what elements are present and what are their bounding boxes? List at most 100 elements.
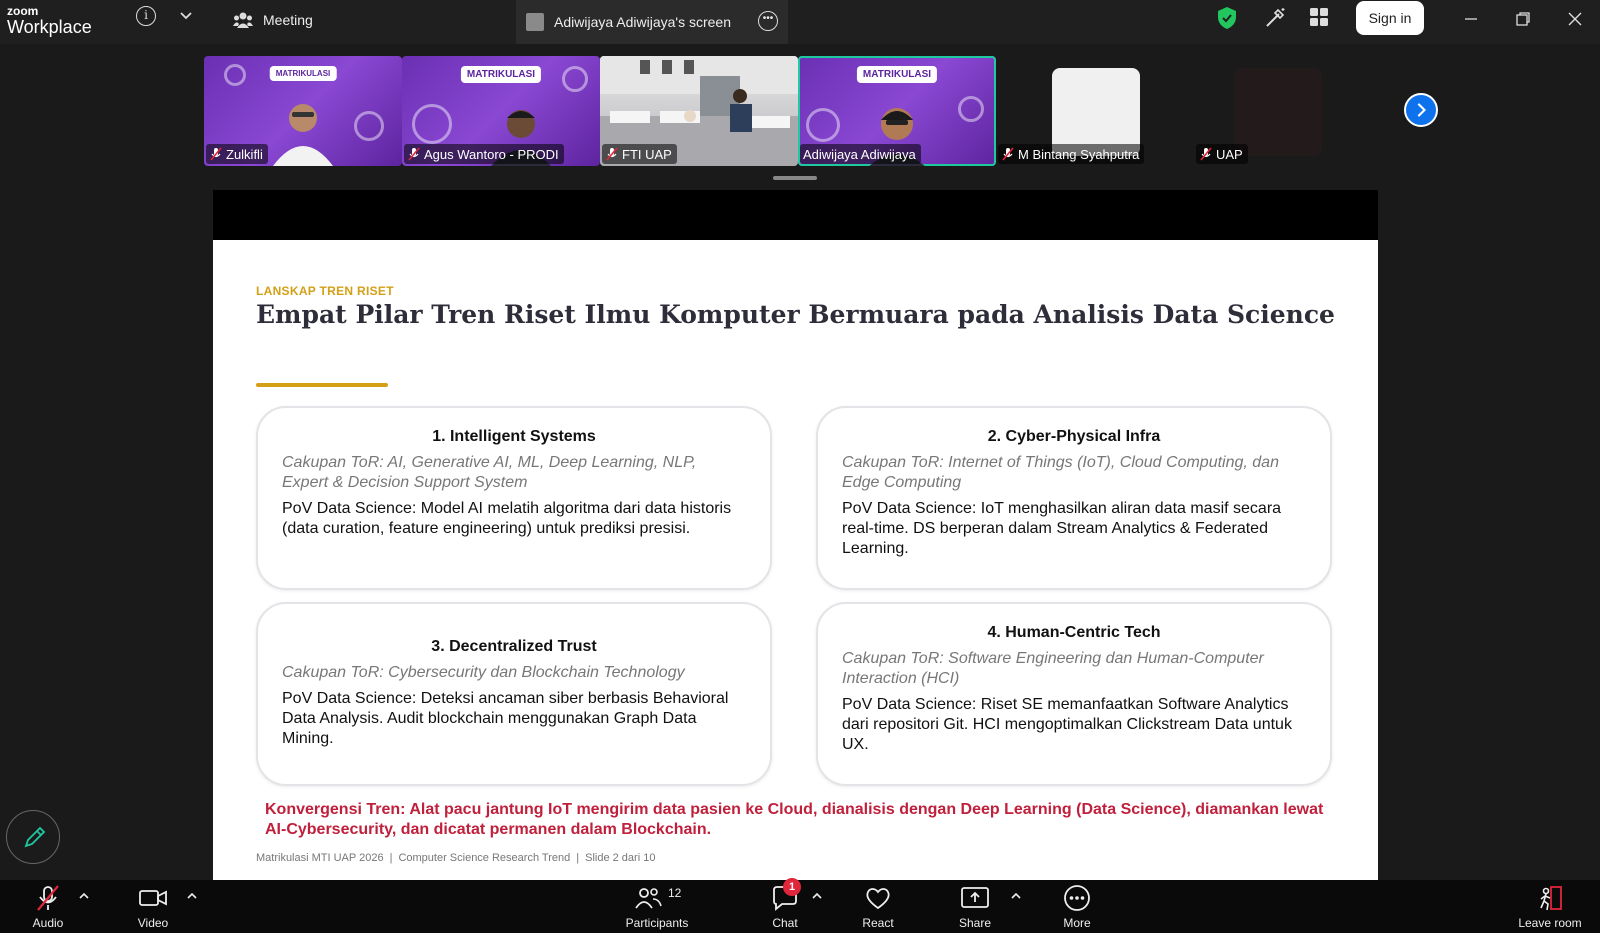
participant-name-tag: Adiwijaya Adiwijaya (800, 144, 921, 164)
participant-name: Zulkifli (226, 146, 263, 162)
leave-door-icon (1540, 886, 1562, 911)
participants-button[interactable]: 12 Participants (620, 884, 694, 930)
more-button[interactable]: More (1057, 884, 1097, 930)
participants-label: Participants (625, 916, 689, 930)
video-label: Video (137, 916, 169, 930)
footer-separator: | (389, 852, 393, 864)
title-bar: zoom Workplace i Meeting Adiwijaya Adiwi… (0, 0, 1600, 44)
restore-icon[interactable] (1514, 10, 1532, 28)
react-button[interactable]: React (858, 884, 898, 930)
card-pov: PoV Data Science: Riset SE memanfaatkan … (842, 696, 1292, 753)
magic-wand-icon[interactable] (1263, 6, 1287, 30)
strip-resize-handle[interactable] (773, 176, 817, 180)
chevron-up-icon[interactable] (811, 890, 823, 902)
chevron-up-icon[interactable] (186, 890, 198, 902)
chat-button[interactable]: 1 Chat (765, 878, 805, 930)
share-button[interactable]: Share (955, 884, 995, 930)
participant-name-tag: Agus Wantoro - PRODI (404, 144, 564, 164)
shared-slide: LANSKAP TREN RISET Empat Pilar Tren Rise… (213, 240, 1378, 933)
share-screen-icon (961, 887, 989, 908)
zoom-workplace-logo: zoom Workplace (7, 5, 92, 36)
annotate-button[interactable] (6, 810, 60, 864)
decor-circle (562, 66, 588, 92)
minimize-icon[interactable] (1462, 10, 1480, 28)
mic-off-icon (408, 147, 420, 161)
participant-name: Adiwijaya Adiwijaya (803, 146, 916, 162)
chevron-down-icon[interactable] (178, 8, 194, 24)
mic-off-icon (1200, 147, 1212, 161)
participants-count: 12 (668, 886, 682, 900)
tab-meeting[interactable]: Meeting (233, 8, 313, 32)
tab-meeting-label: Meeting (263, 12, 313, 28)
card-title: 1. Intelligent Systems (432, 428, 596, 445)
card-pov: PoV Data Science: Model AI melatih algor… (282, 500, 732, 537)
pillar-card: 4. Human-Centric Tech Cakupan ToR: Softw… (816, 602, 1332, 786)
meeting-toolbar: Audio Video 12 Participants 1 Chat React… (0, 878, 1600, 933)
close-icon[interactable] (1566, 10, 1584, 28)
pillar-card: 2. Cyber-Physical Infra Cakupan ToR: Int… (816, 406, 1332, 590)
info-icon[interactable]: i (136, 6, 156, 26)
leave-room-button[interactable]: Leave room (1510, 884, 1590, 930)
tile-banner: MATRIKULASI (460, 66, 542, 83)
card-scope: Cakupan ToR: Software Engineering dan Hu… (842, 650, 1264, 687)
presenter-avatar (526, 13, 544, 31)
more-label: More (1063, 916, 1091, 930)
participant-name: Agus Wantoro - PRODI (424, 146, 559, 162)
participants-icon (635, 888, 662, 909)
logo-small-text: zoom (7, 4, 39, 18)
mic-off-icon (37, 885, 59, 911)
chevron-up-icon[interactable] (78, 890, 90, 902)
participant-tile[interactable]: UAP (1194, 56, 1334, 166)
pillar-card: 3. Decentralized Trust Cakupan ToR: Cybe… (256, 602, 772, 786)
meeting-people-icon (233, 12, 253, 28)
card-scope: Cakupan ToR: Cybersecurity dan Blockchai… (282, 664, 685, 681)
card-title: 3. Decentralized Trust (431, 638, 597, 655)
video-button[interactable]: Video (133, 884, 173, 930)
chat-unread-badge: 1 (783, 878, 801, 896)
logo-big-text: Workplace (7, 17, 92, 37)
decor-circle (412, 104, 452, 144)
decor-circle (354, 111, 384, 141)
decor-circle (224, 64, 246, 86)
chat-label: Chat (772, 916, 798, 930)
footer-slide-number: Slide 2 dari 10 (585, 852, 656, 864)
zoom-window: zoom Workplace i Meeting Adiwijaya Adiwi… (0, 0, 1600, 933)
chevron-right-icon[interactable] (1404, 93, 1438, 127)
more-circle-icon (1064, 885, 1090, 911)
leave-room-label: Leave room (1518, 916, 1582, 930)
video-camera-icon (139, 890, 167, 906)
title-underline (256, 383, 388, 387)
card-pov: PoV Data Science: Deteksi ancaman siber … (282, 690, 729, 747)
audio-button[interactable]: Audio (28, 884, 68, 930)
tab-shared-screen-label: Adiwijaya Adiwijaya's screen (554, 14, 731, 30)
shield-check-icon[interactable] (1216, 6, 1238, 30)
footer-separator: | (576, 852, 580, 864)
react-label: React (862, 916, 894, 930)
audio-label: Audio (32, 916, 64, 930)
shared-screen-top-bar (213, 190, 1378, 240)
chevron-up-icon[interactable] (1010, 890, 1022, 902)
apps-grid-icon[interactable] (1308, 6, 1330, 28)
pillar-card: 1. Intelligent Systems Cakupan ToR: AI, … (256, 406, 772, 590)
participant-name: UAP (1216, 146, 1243, 162)
participant-tile[interactable]: FTI UAP (600, 56, 798, 166)
mic-off-icon (606, 147, 618, 161)
card-title: 4. Human-Centric Tech (987, 624, 1161, 641)
participant-tile[interactable]: M Bintang Syahputra (996, 56, 1194, 166)
slide-title: Empat Pilar Tren Riset Ilmu Komputer Ber… (256, 300, 1335, 329)
tab-shared-screen[interactable]: Adiwijaya Adiwijaya's screen ••• (516, 0, 788, 44)
participant-tile[interactable]: MATRIKULASI Zulkifli (204, 56, 402, 166)
participant-name: M Bintang Syahputra (1018, 146, 1140, 162)
footer-topic: Computer Science Research Trend (398, 852, 571, 864)
footer-course: Matrikulasi MTI UAP 2026 (256, 852, 384, 864)
participant-name-tag: UAP (1196, 144, 1248, 164)
avatar (1234, 68, 1322, 156)
participant-name-tag: Zulkifli (206, 144, 268, 164)
more-dots-icon[interactable]: ••• (758, 11, 778, 31)
convergence-note: Konvergensi Tren: Alat pacu jantung IoT … (265, 801, 1324, 838)
card-scope: Cakupan ToR: AI, Generative AI, ML, Deep… (282, 454, 697, 491)
participant-tile[interactable]: MATRIKULASI Agus Wantoro - PRODI (402, 56, 600, 166)
sign-in-button[interactable]: Sign in (1356, 1, 1424, 35)
participant-tile-active-speaker[interactable]: MATRIKULASI Adiwijaya Adiwijaya (798, 56, 996, 166)
participant-name-tag: M Bintang Syahputra (998, 144, 1145, 164)
